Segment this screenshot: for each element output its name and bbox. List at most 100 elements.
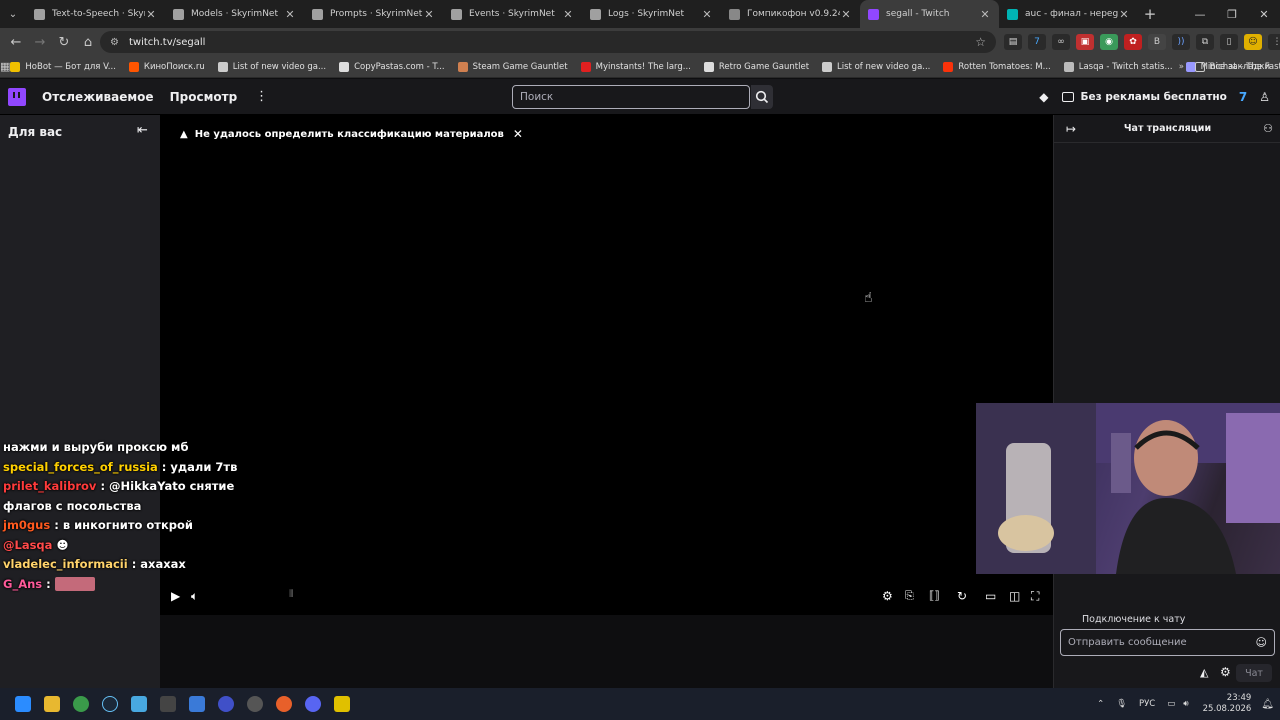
bookmark-star-icon[interactable]: ☆ bbox=[975, 35, 986, 49]
tab-close-icon[interactable]: ✕ bbox=[284, 8, 296, 21]
extension-icon[interactable]: ▤ bbox=[1004, 34, 1022, 50]
nav-following[interactable]: Отслеживаемое bbox=[42, 90, 154, 104]
notifications-icon[interactable]: 🔔︎ bbox=[1261, 699, 1274, 710]
prime-crown-icon[interactable]: ◆ bbox=[1039, 90, 1048, 104]
media-player-icon[interactable] bbox=[211, 688, 240, 720]
tab-close-icon[interactable]: ✕ bbox=[562, 8, 574, 21]
bookmark-item[interactable]: List of new video ga... bbox=[822, 61, 930, 72]
clock[interactable]: 23:49 25.08.2026 bbox=[1203, 693, 1252, 715]
site-info-icon[interactable]: ⚙ bbox=[110, 37, 119, 48]
chrome-icon[interactable] bbox=[66, 688, 95, 720]
extension-icon[interactable]: ✿ bbox=[1124, 34, 1142, 50]
minimize-icon[interactable]: — bbox=[1184, 8, 1216, 21]
extension-icon[interactable]: ▣ bbox=[1076, 34, 1094, 50]
chat-send-button[interactable]: Чат bbox=[1236, 664, 1272, 682]
extensions-puzzle-icon[interactable]: ⧉ bbox=[1196, 34, 1214, 50]
bits-icon[interactable]: ◭ bbox=[1200, 666, 1208, 679]
browser-tab[interactable]: Гомпикофон v0.9.24.1 —✕ bbox=[721, 0, 860, 28]
forward-icon[interactable]: → bbox=[28, 35, 52, 50]
terminal-icon[interactable] bbox=[153, 688, 182, 720]
chat-message-input[interactable]: Отправить сообщение ☺ bbox=[1060, 629, 1275, 656]
clip-icon[interactable]: ⟦⟧ bbox=[929, 589, 940, 602]
chat-settings-icon[interactable]: ⚙ bbox=[1220, 665, 1231, 679]
notepad-icon[interactable] bbox=[182, 688, 211, 720]
network-icon[interactable]: ▭ bbox=[1167, 699, 1175, 709]
tray-overflow-icon[interactable]: ⌃ bbox=[1097, 699, 1104, 709]
bookmark-item[interactable]: Myinstants! The larg... bbox=[580, 61, 691, 72]
fullscreen-icon[interactable]: ⛶ bbox=[1031, 589, 1039, 604]
steam-icon[interactable] bbox=[95, 688, 124, 720]
start-icon[interactable] bbox=[8, 688, 37, 720]
browser-tab[interactable]: Prompts · SkyrimNet ✕ bbox=[304, 0, 443, 28]
home-icon[interactable]: ⌂ bbox=[76, 35, 100, 50]
search-button[interactable] bbox=[751, 85, 773, 109]
chat-users-icon[interactable]: ⚇ bbox=[1263, 122, 1273, 135]
twitch-logo-icon[interactable] bbox=[8, 87, 26, 106]
url-field[interactable]: ⚙ twitch.tv/segall ☆ bbox=[100, 31, 996, 53]
bookmark-item[interactable]: List of new video ga... bbox=[217, 61, 326, 72]
tab-title: segall - Twitch bbox=[886, 9, 950, 19]
browser-tab[interactable]: auc - финал - неpega ✕ bbox=[999, 0, 1138, 28]
tab-close-icon[interactable]: ✕ bbox=[1118, 8, 1130, 21]
dismiss-warning-icon[interactable]: ✕ bbox=[513, 127, 523, 141]
back-icon[interactable]: ← bbox=[4, 35, 28, 50]
discord-icon[interactable] bbox=[298, 688, 327, 720]
bookmark-item[interactable]: Retro Game Gauntlet bbox=[703, 61, 809, 72]
browser-tab[interactable]: Text-to-Speech · SkyrimNet✕ bbox=[26, 0, 165, 28]
all-bookmarks[interactable]: Все закладки bbox=[1194, 61, 1270, 72]
app-icon[interactable] bbox=[240, 688, 269, 720]
volume-tray-icon[interactable]: 🔊︎ bbox=[1183, 699, 1188, 709]
tab-close-icon[interactable]: ✕ bbox=[145, 8, 157, 21]
settings-gear-icon[interactable]: ⚙ bbox=[882, 589, 893, 603]
bookmark-item[interactable]: НоBot — Бот для V... bbox=[10, 61, 116, 72]
restore-icon[interactable]: ❐ bbox=[1216, 8, 1248, 21]
7tv-icon[interactable]: 7 bbox=[1239, 90, 1247, 104]
microphone-icon[interactable]: 🎙︎ bbox=[1116, 699, 1127, 709]
browser-tab[interactable]: Logs · SkyrimNet ✕ bbox=[582, 0, 721, 28]
search-input[interactable]: Поиск bbox=[512, 85, 750, 109]
tab-close-icon[interactable]: ✕ bbox=[840, 8, 852, 21]
extension-icon[interactable]: ◉ bbox=[1100, 34, 1118, 50]
tab-close-icon[interactable]: ✕ bbox=[979, 8, 991, 21]
bookmark-item[interactable]: КиноПоиск.ru bbox=[128, 61, 205, 72]
collapse-chat-icon[interactable]: ↦ bbox=[1066, 122, 1076, 136]
user-icon[interactable]: ♙ bbox=[1259, 90, 1270, 104]
bookmark-item[interactable]: Rotten Tomatoes: M... bbox=[943, 61, 1051, 72]
tab-close-icon[interactable]: ✕ bbox=[423, 8, 435, 21]
reload-icon[interactable]: ↻ bbox=[52, 35, 76, 50]
bookmark-item[interactable]: Lasqa - Twitch statis... bbox=[1063, 61, 1173, 72]
file-explorer-icon[interactable] bbox=[37, 688, 66, 720]
tab-close-icon[interactable]: ✕ bbox=[701, 8, 713, 21]
emote-picker-icon[interactable]: ☺ bbox=[1256, 636, 1267, 649]
browser-tab[interactable]: segall - Twitch ✕ bbox=[860, 0, 999, 28]
extension-icon[interactable]: ∞ bbox=[1052, 34, 1070, 50]
extension-icon[interactable]: 7 bbox=[1028, 34, 1046, 50]
app-icon[interactable] bbox=[124, 688, 153, 720]
extension-icon[interactable]: )) bbox=[1172, 34, 1190, 50]
side-by-side-icon[interactable]: ◫ bbox=[1009, 589, 1020, 603]
bookmark-item[interactable]: CopyPastas.com - T... bbox=[339, 61, 445, 72]
profile-avatar[interactable]: ☺ bbox=[1244, 34, 1262, 50]
no-ads-button[interactable]: Без рекламы бесплатно bbox=[1062, 91, 1227, 103]
refresh-icon[interactable]: ↻ bbox=[957, 589, 967, 603]
browser-tab[interactable]: Models · SkyrimNet ✕ bbox=[165, 0, 304, 28]
nav-browse[interactable]: Просмотр bbox=[170, 90, 238, 104]
warning-icon: ▲ bbox=[180, 128, 188, 140]
collapse-sidebar-icon[interactable]: ⇤ bbox=[137, 123, 148, 138]
browser-tab[interactable]: Events · SkyrimNet ✕ bbox=[443, 0, 582, 28]
bookmarks-overflow-icon[interactable]: » bbox=[1179, 62, 1184, 72]
more-menu-icon[interactable]: ⋮ bbox=[255, 89, 268, 104]
browser-menu-icon[interactable]: ⋮ bbox=[1268, 34, 1280, 50]
theatre-mode-icon[interactable]: ▭ bbox=[985, 589, 996, 603]
bookmark-item[interactable]: Steam Game Gauntlet bbox=[457, 61, 568, 72]
firefox-icon[interactable] bbox=[269, 688, 298, 720]
cast-icon[interactable]: ⎘ bbox=[905, 589, 914, 603]
new-tab-button[interactable]: + bbox=[1138, 5, 1162, 23]
close-window-icon[interactable]: ✕ bbox=[1248, 8, 1280, 21]
app-icon[interactable] bbox=[327, 688, 356, 720]
sidepanel-icon[interactable]: ▯ bbox=[1220, 34, 1238, 50]
extension-icon[interactable]: B bbox=[1148, 34, 1166, 50]
language-indicator[interactable]: РУС bbox=[1139, 699, 1155, 709]
apps-grid-icon[interactable]: ▦ bbox=[0, 60, 10, 73]
tab-search-icon[interactable]: ⌄ bbox=[0, 0, 26, 28]
